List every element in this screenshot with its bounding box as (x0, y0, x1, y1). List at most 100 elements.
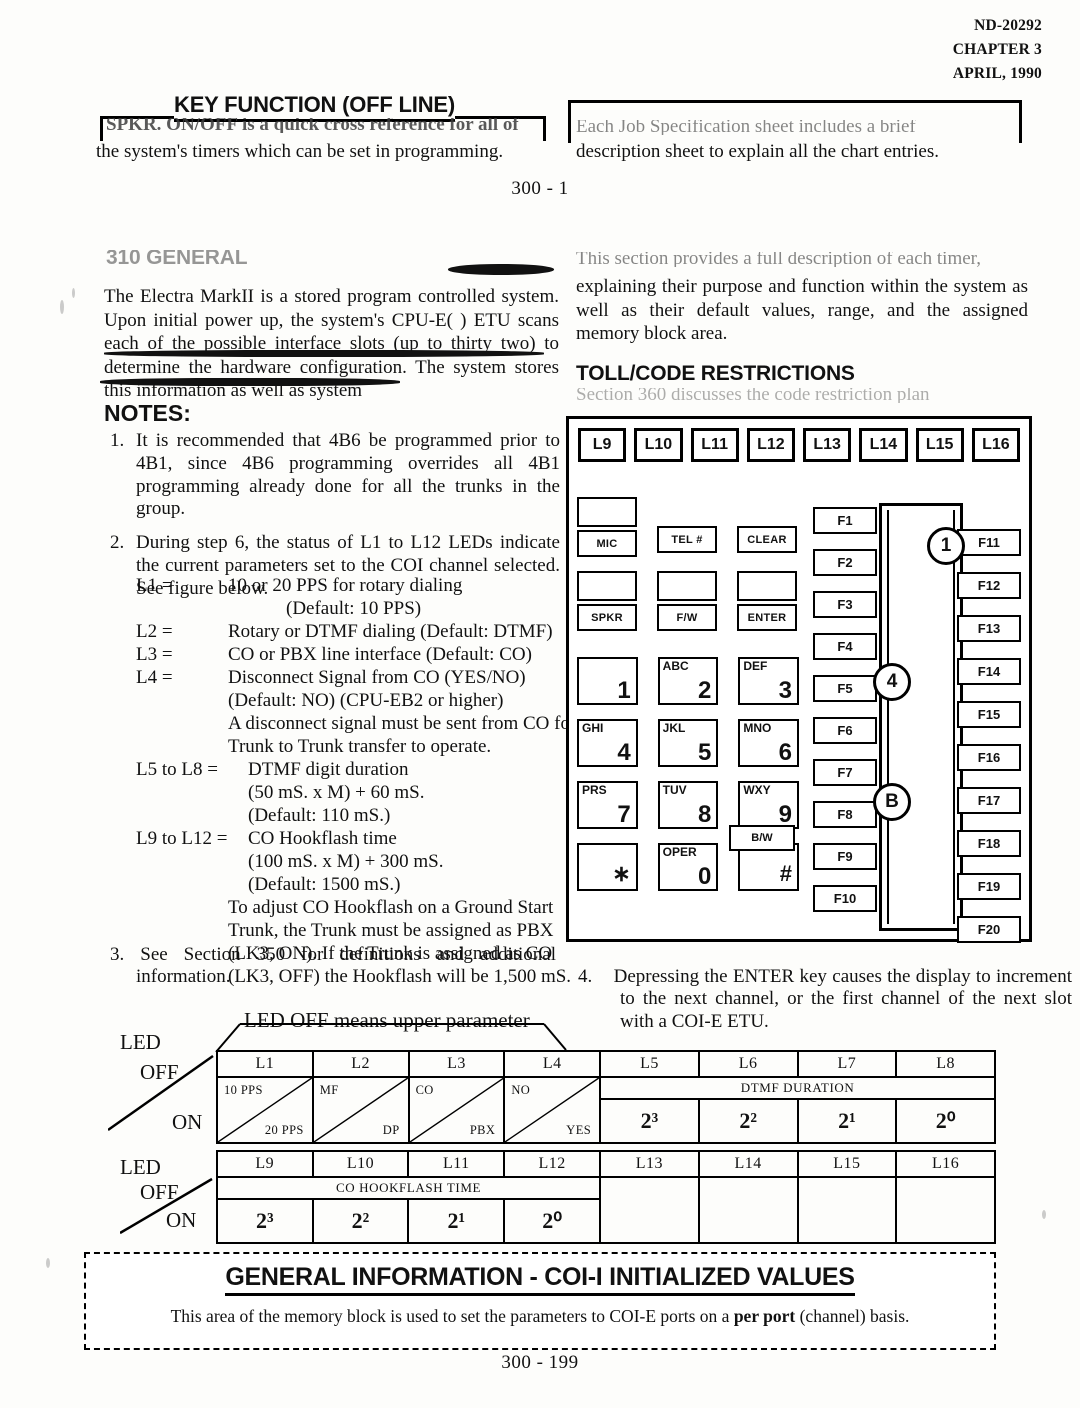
note-text: It is recommended that 4B6 be programmed… (136, 430, 560, 520)
split-cell-l4: NO YES (503, 1076, 602, 1144)
function-key-f16[interactable]: F16 (957, 744, 1021, 771)
marker-b: B (873, 783, 911, 821)
general-information-box: GENERAL INFORMATION - COI-I INITIALIZED … (84, 1252, 996, 1350)
lamp-l13[interactable]: L13 (803, 428, 852, 462)
lamp-l15[interactable]: L15 (915, 428, 964, 462)
split-cell-l2: MF DP (311, 1076, 410, 1144)
dial-alpha: TUV (662, 783, 687, 797)
dial-alpha: ABC (662, 659, 689, 673)
dial-alpha: JKL (662, 721, 686, 735)
key-fw[interactable]: F/W (657, 571, 717, 631)
dial-key-9[interactable]: WXY 9 (738, 781, 800, 829)
dial-digit: 6 (778, 739, 793, 766)
col-header-l7: L7 (796, 1050, 898, 1078)
split-off-value: CO (415, 1083, 434, 1097)
lamp-l10[interactable]: L10 (634, 428, 683, 462)
function-key-f13[interactable]: F13 (957, 615, 1021, 642)
dial-key-2[interactable]: ABC 2 (657, 657, 719, 705)
function-key-f8[interactable]: F8 (813, 801, 877, 828)
key-enter[interactable]: ENTER (737, 571, 797, 631)
document-header: ND-20292 CHAPTER 3 APRIL, 1990 (953, 14, 1042, 86)
function-key-f20[interactable]: F20 (957, 916, 1021, 943)
fw-lamp (657, 571, 717, 601)
note-number: 1. (110, 430, 125, 451)
function-key-f12[interactable]: F12 (957, 572, 1021, 599)
function-key-f17[interactable]: F17 (957, 787, 1021, 814)
span-label-dtmf-duration: DTMF DURATION (599, 1076, 996, 1100)
weight-l11: 2¹ (407, 1198, 506, 1244)
lamp-l9[interactable]: L9 (578, 428, 627, 462)
weight-l10: 2² (311, 1198, 410, 1244)
definition-value: (Default: 10 PPS) (286, 597, 422, 619)
function-key-f9[interactable]: F9 (813, 843, 877, 870)
lamp-l14[interactable]: L14 (859, 428, 908, 462)
definition-key: L9 to L12 = (136, 827, 228, 849)
general-information-title: GENERAL INFORMATION - COI-I INITIALIZED … (86, 1263, 994, 1296)
dial-key-3[interactable]: DEF 3 (738, 657, 800, 705)
banner-ghost-text: SPKR. ON/OFF is a quick cross reference … (106, 118, 519, 133)
dial-key-5[interactable]: JKL 5 (657, 719, 719, 767)
definition-value: CO Hookflash time (248, 827, 397, 849)
dial-key-6[interactable]: MNO 6 (738, 719, 800, 767)
definition-key: L2 = (136, 620, 173, 642)
body-text-bold: per port (733, 1306, 796, 1326)
definition-row: (100 mS. x M) + 300 mS. (248, 851, 596, 874)
function-key-f5[interactable]: F5 (813, 675, 877, 702)
weight-l6: 2² (697, 1098, 799, 1144)
function-key-f18[interactable]: F18 (957, 830, 1021, 857)
page-marker-bottom: 300 - 199 (501, 1352, 579, 1373)
key-bw[interactable]: B/W (729, 825, 795, 851)
lamp-l11[interactable]: L11 (690, 428, 739, 462)
dial-row-2: GHI 4 JKL 5 MNO 6 (577, 719, 800, 767)
function-key-f19[interactable]: F19 (957, 873, 1021, 900)
key-label: MIC (577, 530, 637, 557)
definition-key: L3 = (136, 643, 173, 665)
function-key-f6[interactable]: F6 (813, 717, 877, 744)
table-row-headers: L1 L2 L3 L4 L5 L6 L7 L8 (216, 1050, 996, 1078)
function-key-f15[interactable]: F15 (957, 701, 1021, 728)
col-header-l3: L3 (407, 1050, 506, 1078)
dial-digit: ∗ (612, 861, 631, 886)
definition-row: (Default: NO) (CPU-EB2 or higher) (228, 690, 596, 713)
section-heading-toll-code: TOLL/CODE RESTRICTIONS (576, 362, 855, 385)
key-clear[interactable]: CLEAR (737, 497, 797, 557)
definition-row: Trunk, the Trunk must be assigned as PBX (228, 920, 596, 943)
dial-key-8[interactable]: TUV 8 (657, 781, 719, 829)
definition-row: L9 to L12 = CO Hookflash time (136, 828, 596, 851)
function-key-f1[interactable]: F1 (813, 507, 877, 534)
key-mic[interactable]: MIC (577, 497, 637, 557)
led-definitions-list: L1 = 10 or 20 PPS for rotary dialing (Def… (136, 575, 596, 989)
col-header-l14: L14 (697, 1150, 799, 1178)
function-key-column-left: F1 F2 F3 F4 F5 F6 F7 F8 F9 F10 (813, 507, 877, 927)
scan-speck (1042, 1210, 1046, 1219)
col-header-l11: L11 (407, 1150, 506, 1178)
function-key-f10[interactable]: F10 (813, 885, 877, 912)
function-key-f11[interactable]: F11 (957, 529, 1021, 556)
split-on-value: YES (566, 1123, 592, 1137)
dial-key-0[interactable]: OPER 0 (657, 843, 719, 891)
dial-key-4[interactable]: GHI 4 (577, 719, 638, 767)
lamp-l12[interactable]: L12 (746, 428, 795, 462)
key-tel-number[interactable]: TEL # (657, 497, 717, 557)
lamp-l16[interactable]: L16 (971, 428, 1020, 462)
function-key-f14[interactable]: F14 (957, 658, 1021, 685)
dial-key-star[interactable]: ∗ (577, 843, 638, 891)
key-label: SPKR (577, 604, 637, 631)
key-spkr[interactable]: SPKR (577, 571, 637, 631)
function-key-f7[interactable]: F7 (813, 759, 877, 786)
split-off-value: 10 PPS (224, 1083, 263, 1097)
dial-key-7[interactable]: PRS 7 (577, 781, 638, 829)
col-header-l6: L6 (697, 1050, 799, 1078)
right-body-paragraph: explaining their purpose and function wi… (576, 276, 1028, 345)
dial-digit: 5 (697, 739, 712, 766)
function-key-f3[interactable]: F3 (813, 591, 877, 618)
top-left-line2: the system's timers which can be set in … (96, 141, 504, 162)
doc-number: ND-20292 (974, 17, 1042, 34)
section-heading-310: 310 GENERAL (106, 250, 248, 269)
function-key-f2[interactable]: F2 (813, 549, 877, 576)
dial-alpha: DEF (743, 659, 768, 673)
dial-key-1[interactable]: 1 (577, 657, 638, 705)
function-key-f4[interactable]: F4 (813, 633, 877, 660)
empty-cell-l16 (895, 1176, 996, 1244)
